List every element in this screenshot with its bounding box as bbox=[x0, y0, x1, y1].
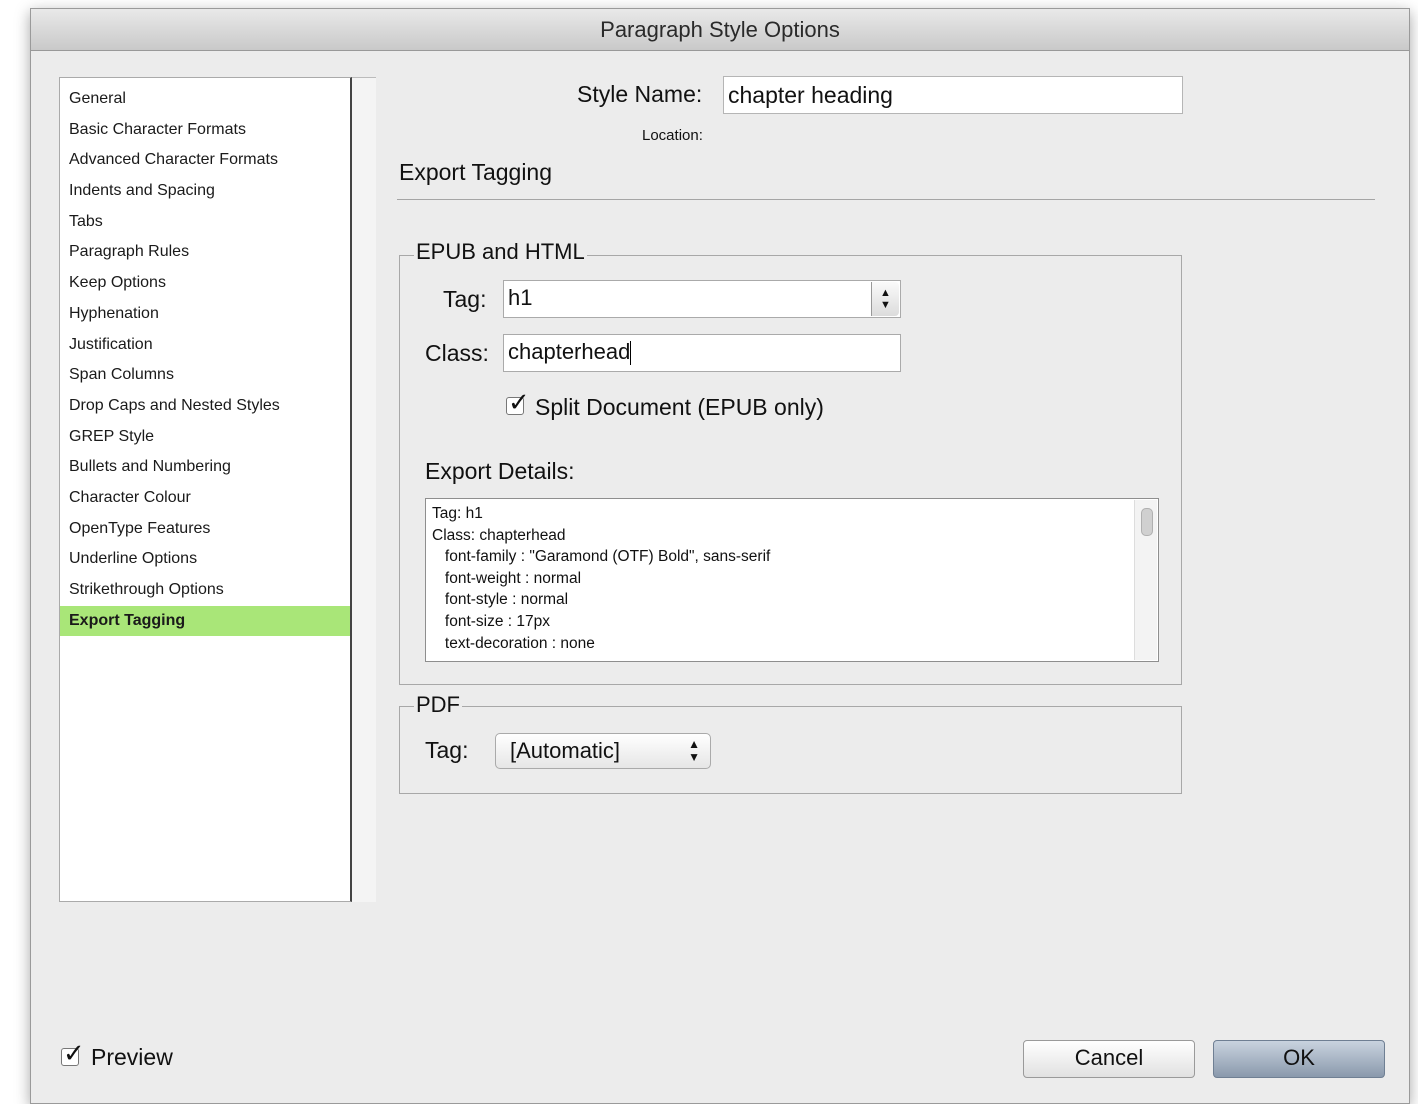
sidebar-item-paragraph-rules[interactable]: Paragraph Rules bbox=[60, 237, 350, 268]
export-details-label: Export Details: bbox=[425, 458, 575, 484]
style-name-label: Style Name: bbox=[577, 81, 703, 107]
export-detail-line: font-family : "Garamond (OTF) Bold", san… bbox=[432, 548, 771, 566]
sidebar-item-basic-character-formats[interactable]: Basic Character Formats bbox=[60, 115, 350, 146]
sidebar-item-indents-and-spacing[interactable]: Indents and Spacing bbox=[60, 176, 350, 207]
sidebar-item-span-columns[interactable]: Span Columns bbox=[60, 360, 350, 391]
export-detail-line: font-size : 17px bbox=[432, 612, 551, 630]
epub-class-value: chapterhead bbox=[508, 339, 631, 364]
preview-label: Preview bbox=[91, 1044, 173, 1070]
category-list-scrollbar[interactable] bbox=[352, 77, 376, 902]
text-cursor bbox=[630, 341, 632, 366]
checkmark-icon: ✓ bbox=[508, 387, 530, 417]
sidebar-item-justification[interactable]: Justification bbox=[60, 330, 350, 361]
paragraph-style-options-dialog: Paragraph Style Options General Basic Cha… bbox=[30, 8, 1410, 1104]
sidebar-item-grep-style[interactable]: GREP Style bbox=[60, 422, 350, 453]
popup-arrows-icon: ▲ ▼ bbox=[688, 737, 700, 764]
ok-button[interactable]: OK bbox=[1213, 1040, 1385, 1078]
sidebar-item-underline-options[interactable]: Underline Options bbox=[60, 544, 350, 575]
stepper-arrows-icon[interactable]: ▲ ▼ bbox=[871, 282, 899, 316]
epub-html-group-title: EPUB and HTML bbox=[414, 239, 587, 265]
pdf-group-title: PDF bbox=[414, 692, 462, 718]
sidebar-item-export-tagging[interactable]: Export Tagging bbox=[60, 605, 350, 637]
sidebar-item-bullets-and-numbering[interactable]: Bullets and Numbering bbox=[60, 452, 350, 483]
sidebar-item-drop-caps-and-nested-styles[interactable]: Drop Caps and Nested Styles bbox=[60, 391, 350, 422]
export-detail-line: Tag: h1 bbox=[432, 505, 483, 522]
location-label: Location: bbox=[642, 127, 703, 144]
epub-class-field[interactable]: chapterhead bbox=[503, 334, 901, 372]
cancel-button[interactable]: Cancel bbox=[1023, 1040, 1195, 1078]
sidebar-item-general[interactable]: General bbox=[60, 84, 350, 115]
epub-tag-value: h1 bbox=[508, 285, 533, 310]
epub-tag-combobox[interactable]: h1 ▲ ▼ bbox=[503, 280, 901, 318]
section-title: Export Tagging bbox=[399, 159, 553, 185]
preview-checkbox[interactable]: ✓ bbox=[61, 1039, 85, 1067]
export-detail-line: font-style : normal bbox=[432, 591, 569, 609]
sidebar-item-keep-options[interactable]: Keep Options bbox=[60, 268, 350, 299]
export-detail-line: font-weight : normal bbox=[432, 569, 582, 587]
export-detail-line: text-decoration : none bbox=[432, 634, 595, 652]
category-list: General Basic Character Formats Advanced C… bbox=[59, 77, 352, 902]
sidebar-item-tabs[interactable]: Tabs bbox=[60, 207, 350, 238]
checkmark-icon: ✓ bbox=[63, 1038, 85, 1068]
section-divider bbox=[397, 199, 1375, 200]
pdf-tag-value: [Automatic] bbox=[510, 738, 621, 763]
epub-tag-label: Tag: bbox=[443, 286, 487, 312]
sidebar-item-advanced-character-formats[interactable]: Advanced Character Formats bbox=[60, 145, 350, 176]
export-detail-line: Class: chapterhead bbox=[432, 526, 566, 544]
split-document-checkbox[interactable]: ✓ bbox=[506, 388, 530, 416]
export-details-scrollbar[interactable] bbox=[1134, 500, 1157, 660]
sidebar-item-hyphenation[interactable]: Hyphenation bbox=[60, 299, 350, 330]
dialog-title: Paragraph Style Options bbox=[31, 9, 1409, 51]
sidebar-item-character-colour[interactable]: Character Colour bbox=[60, 483, 350, 514]
export-details-scroll-thumb[interactable] bbox=[1141, 508, 1153, 536]
pdf-tag-popup[interactable]: [Automatic] ▲ ▼ bbox=[495, 733, 711, 769]
pdf-tag-label: Tag: bbox=[425, 737, 469, 763]
sidebar-item-opentype-features[interactable]: OpenType Features bbox=[60, 514, 350, 545]
epub-class-label: Class: bbox=[425, 340, 489, 366]
split-document-label: Split Document (EPUB only) bbox=[535, 394, 824, 420]
style-name-input[interactable]: chapter heading bbox=[723, 76, 1183, 114]
export-details-textarea[interactable]: Tag: h1 Class: chapterhead font-family : … bbox=[425, 498, 1159, 662]
sidebar-item-strikethrough-options[interactable]: Strikethrough Options bbox=[60, 575, 350, 606]
